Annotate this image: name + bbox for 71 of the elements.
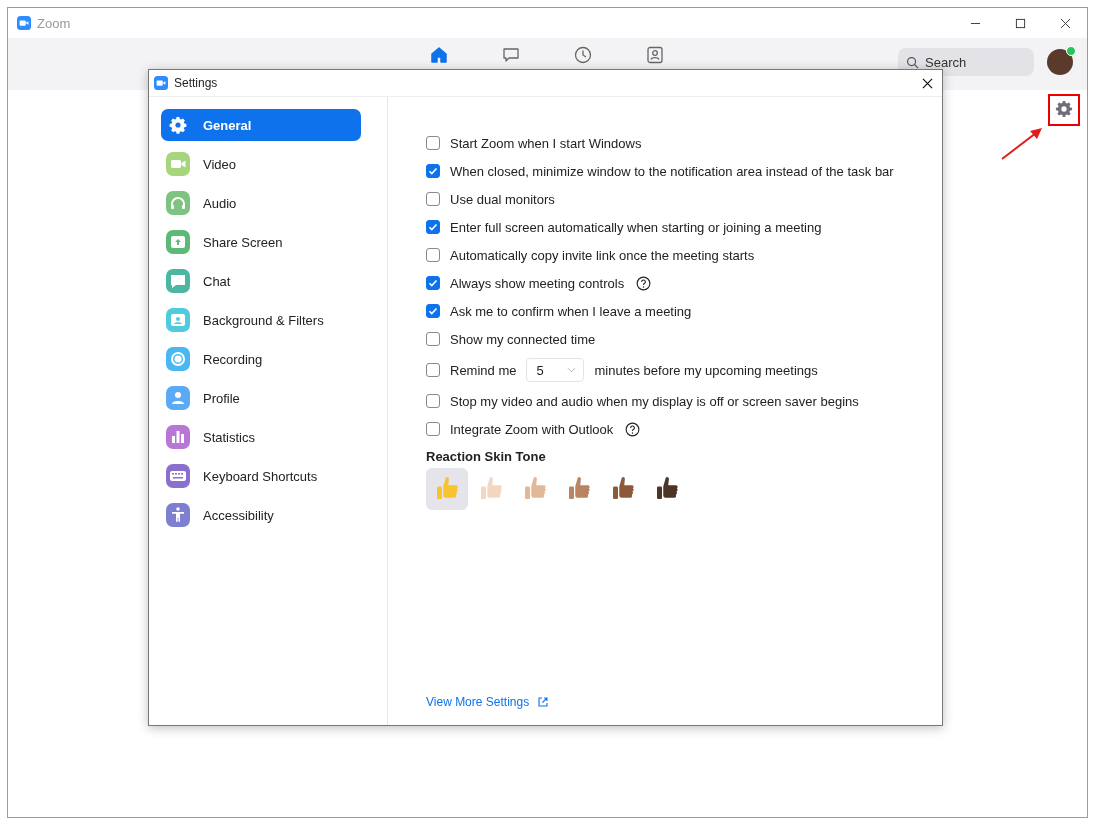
sidebar-item[interactable]: Background & Filters xyxy=(161,304,361,336)
checkmark-icon xyxy=(427,221,439,233)
maximize-icon[interactable] xyxy=(1015,17,1026,29)
keyboard-icon xyxy=(166,464,190,488)
accessibility-icon xyxy=(166,503,190,527)
sidebar-item[interactable]: Profile xyxy=(161,382,361,414)
statistics-icon xyxy=(166,425,190,449)
option-label: Ask me to confirm when I leave a meeting xyxy=(450,303,692,319)
option-label: Use dual monitors xyxy=(450,191,555,207)
settings-icon[interactable] xyxy=(1055,100,1073,118)
help-icon[interactable] xyxy=(625,421,641,437)
search-field[interactable]: Search xyxy=(898,48,1034,76)
close-icon[interactable] xyxy=(1060,17,1071,29)
checkbox[interactable] xyxy=(426,248,440,262)
audio-icon xyxy=(166,191,190,215)
option-label: When closed, minimize window to the notification area instead of the task bar xyxy=(450,163,894,179)
option-label: Remind me xyxy=(450,362,517,378)
dialog-title: Settings xyxy=(174,76,218,90)
profile-icon xyxy=(166,386,190,410)
camera-logo-icon xyxy=(154,76,168,90)
checkbox[interactable] xyxy=(426,332,440,346)
checkmark-icon xyxy=(427,277,439,289)
window-title: Zoom xyxy=(37,15,71,31)
external-link-icon xyxy=(537,696,550,708)
sidebar-item[interactable]: Statistics xyxy=(161,421,361,453)
option-label: Automatically copy invite link once the meeting starts xyxy=(450,247,755,263)
sidebar-item[interactable]: Share Screen xyxy=(161,226,361,258)
option-label: Enter full screen automatically when starting or joining a meeting xyxy=(450,219,822,235)
checkmark-icon xyxy=(427,305,439,317)
checkbox[interactable] xyxy=(426,192,440,206)
checkbox[interactable] xyxy=(426,422,440,436)
checkbox[interactable] xyxy=(426,363,440,377)
option-label: Show my connected time xyxy=(450,331,596,347)
sidebar-item[interactable]: Keyboard Shortcuts xyxy=(161,460,361,492)
checkbox[interactable] xyxy=(426,304,440,318)
checkmark-icon xyxy=(427,165,439,177)
chat-icon xyxy=(166,269,190,293)
option-label: Integrate Zoom with Outlook xyxy=(450,421,614,437)
avatar[interactable] xyxy=(1047,49,1073,75)
sidebar-item[interactable]: Accessibility xyxy=(161,499,361,531)
share-icon xyxy=(166,230,190,254)
camera-logo-icon xyxy=(17,16,31,30)
checkbox[interactable] xyxy=(426,164,440,178)
clock-icon[interactable] xyxy=(574,46,592,64)
recording-icon xyxy=(166,347,190,371)
checkbox[interactable] xyxy=(426,276,440,290)
sidebar-item[interactable]: General xyxy=(161,109,361,141)
option-label: Start Zoom when I start Windows xyxy=(450,135,642,151)
pointer-arrow xyxy=(1000,125,1044,161)
sidebar-item[interactable]: Video xyxy=(161,148,361,180)
home-icon[interactable] xyxy=(430,46,448,64)
checkbox[interactable] xyxy=(426,394,440,408)
help-icon[interactable] xyxy=(636,275,652,291)
close-icon[interactable] xyxy=(922,77,933,89)
checkbox[interactable] xyxy=(426,220,440,234)
minutes-dropdown[interactable]: 5 xyxy=(526,358,585,382)
highlight-frame xyxy=(1048,94,1080,126)
option-label: Always show meeting controls xyxy=(450,275,625,291)
contacts-icon[interactable] xyxy=(646,46,664,64)
sidebar-item[interactable]: Chat xyxy=(161,265,361,297)
sidebar-item[interactable]: Recording xyxy=(161,343,361,375)
section-heading: Reaction Skin Tone xyxy=(426,449,547,464)
checkbox[interactable] xyxy=(426,136,440,150)
video-icon xyxy=(166,152,190,176)
view-more-settings-link[interactable]: View More Settings xyxy=(426,695,550,709)
caret-icon xyxy=(567,367,577,373)
option-label: Stop my video and audio when my display is off or screen saver begins xyxy=(450,393,859,409)
sidebar-item[interactable]: Audio xyxy=(161,187,361,219)
background-icon xyxy=(166,308,190,332)
option-label: minutes before my upcoming meetings xyxy=(594,362,818,378)
chat-icon[interactable] xyxy=(502,46,520,64)
